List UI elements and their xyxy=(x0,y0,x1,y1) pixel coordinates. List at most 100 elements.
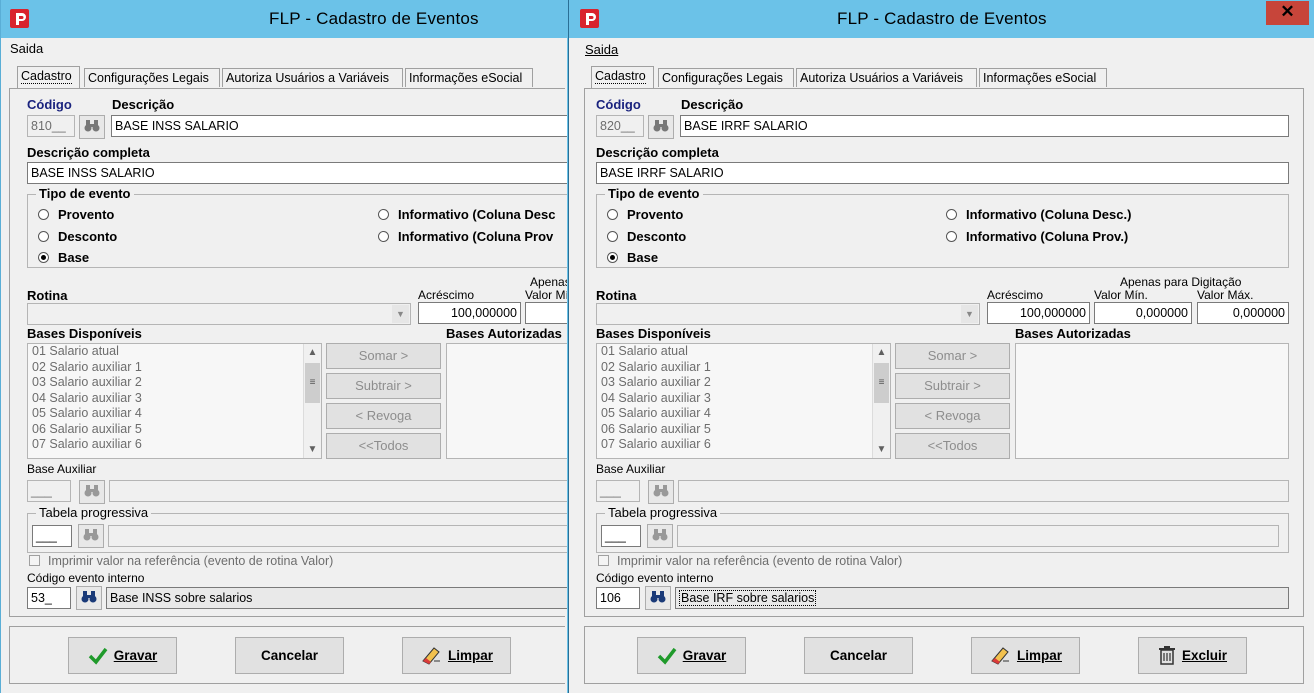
radio-informativo-desc[interactable]: Informativo (Coluna Desc.) xyxy=(946,207,1131,222)
base-auxiliar-desc-field[interactable] xyxy=(678,480,1289,502)
chevron-down-icon[interactable]: ▼ xyxy=(961,305,978,323)
somar-button[interactable]: Somar > xyxy=(326,343,441,369)
todos-button[interactable]: <<Todos xyxy=(326,433,441,459)
acrescimo-field[interactable]: 100,000000 xyxy=(987,302,1090,324)
list-item[interactable]: 07 Salario auxiliar 6 xyxy=(597,437,890,453)
subtrair-button[interactable]: Subtrair > xyxy=(895,373,1010,399)
scroll-thumb[interactable]: ≡ xyxy=(874,363,889,403)
codigo-field[interactable]: 820__ xyxy=(596,115,644,137)
tabela-code-field[interactable]: ___ xyxy=(601,525,641,547)
revoga-button[interactable]: < Revoga xyxy=(895,403,1010,429)
tab-cadastro[interactable]: Cadastro xyxy=(591,66,654,88)
limpar-button[interactable]: Limpar xyxy=(971,637,1080,674)
radio-base[interactable]: Base xyxy=(38,250,89,265)
bases-autorizadas-list[interactable] xyxy=(446,343,567,459)
radio-informativo-prov[interactable]: Informativo (Coluna Prov.) xyxy=(946,229,1128,244)
bases-disponiveis-list[interactable]: 01 Salario atual 02 Salario auxiliar 1 0… xyxy=(27,343,322,459)
bases-disponiveis-list[interactable]: 01 Salario atual 02 Salario auxiliar 1 0… xyxy=(596,343,891,459)
radio-desconto[interactable]: Desconto xyxy=(607,229,686,244)
scroll-down-icon[interactable]: ▼ xyxy=(304,441,321,458)
search-codigo-button[interactable] xyxy=(648,115,674,139)
list-item[interactable]: 01 Salario atual xyxy=(597,344,890,360)
subtrair-button[interactable]: Subtrair > xyxy=(326,373,441,399)
title-bar[interactable]: FLP - Cadastro de Eventos ✕ xyxy=(569,0,1314,38)
search-tabela-button[interactable] xyxy=(78,524,104,548)
search-base-auxiliar-button[interactable] xyxy=(79,480,105,504)
codigo-field[interactable]: 810__ xyxy=(27,115,75,137)
tabela-desc-field[interactable] xyxy=(677,525,1279,547)
scroll-down-icon[interactable]: ▼ xyxy=(873,441,890,458)
list-scrollbar[interactable]: ▲ ≡ ▼ xyxy=(872,344,890,458)
scroll-up-icon[interactable]: ▲ xyxy=(873,344,890,361)
menu-saida[interactable]: Saida xyxy=(10,41,43,56)
scroll-up-icon[interactable]: ▲ xyxy=(304,344,321,361)
list-item[interactable]: 05 Salario auxiliar 4 xyxy=(28,406,321,422)
gravar-button[interactable]: Gravar xyxy=(637,637,746,674)
valor-max-field[interactable]: 0,000000 xyxy=(1197,302,1289,324)
title-bar[interactable]: FLP - Cadastro de Eventos xyxy=(1,0,567,38)
tabela-code-field[interactable]: ___ xyxy=(32,525,72,547)
bases-autorizadas-list[interactable] xyxy=(1015,343,1289,459)
cancelar-button[interactable]: Cancelar xyxy=(804,637,913,674)
radio-provento[interactable]: Provento xyxy=(607,207,683,222)
close-button[interactable]: ✕ xyxy=(1266,1,1309,25)
somar-button[interactable]: Somar > xyxy=(895,343,1010,369)
list-item[interactable]: 03 Salario auxiliar 2 xyxy=(597,375,890,391)
todos-button[interactable]: <<Todos xyxy=(895,433,1010,459)
search-tabela-button[interactable] xyxy=(647,524,673,548)
imprimir-checkbox[interactable]: Imprimir valor na referência (evento de … xyxy=(29,554,333,568)
chevron-down-icon[interactable]: ▼ xyxy=(392,305,409,323)
revoga-button[interactable]: < Revoga xyxy=(326,403,441,429)
cadastro-panel: Código Descrição 820__ BASE IRRF SALARIO… xyxy=(584,88,1304,617)
tab-cadastro[interactable]: Cadastro xyxy=(17,66,80,88)
list-item[interactable]: 06 Salario auxiliar 5 xyxy=(597,422,890,438)
radio-informativo-prov[interactable]: Informativo (Coluna Prov xyxy=(378,229,553,244)
imprimir-checkbox[interactable]: Imprimir valor na referência (evento de … xyxy=(598,554,902,568)
base-auxiliar-code-field[interactable]: ___ xyxy=(27,480,71,502)
menu-saida[interactable]: Saida xyxy=(585,42,618,57)
cancelar-button[interactable]: Cancelar xyxy=(235,637,344,674)
tab-autoriza-usuarios[interactable]: Autoriza Usuários a Variáveis xyxy=(222,68,403,87)
list-item[interactable]: 07 Salario auxiliar 6 xyxy=(28,437,321,453)
valor-min-field[interactable]: 0,000000 xyxy=(1094,302,1192,324)
tab-configuracoes-legais[interactable]: Configurações Legais xyxy=(658,68,794,87)
rotina-combo[interactable]: ▼ xyxy=(27,303,411,325)
list-item[interactable]: 02 Salario auxiliar 1 xyxy=(28,360,321,376)
list-scrollbar[interactable]: ▲ ≡ ▼ xyxy=(303,344,321,458)
descricao-field[interactable]: BASE INSS SALARIO xyxy=(111,115,567,137)
list-item[interactable]: 06 Salario auxiliar 5 xyxy=(28,422,321,438)
tab-informacoes-esocial[interactable]: Informações eSocial xyxy=(405,68,533,87)
radio-informativo-desc[interactable]: Informativo (Coluna Desc xyxy=(378,207,555,222)
base-auxiliar-code-field[interactable]: ___ xyxy=(596,480,640,502)
base-auxiliar-desc-field[interactable] xyxy=(109,480,567,502)
limpar-button[interactable]: Limpar xyxy=(402,637,511,674)
tab-informacoes-esocial[interactable]: Informações eSocial xyxy=(979,68,1107,87)
search-evento-interno-button[interactable] xyxy=(645,586,671,610)
search-codigo-button[interactable] xyxy=(79,115,105,139)
radio-provento[interactable]: Provento xyxy=(38,207,114,222)
descricao-field[interactable]: BASE IRRF SALARIO xyxy=(680,115,1289,137)
radio-desconto[interactable]: Desconto xyxy=(38,229,117,244)
acrescimo-field[interactable]: 100,000000 xyxy=(418,302,521,324)
excluir-button[interactable]: Excluir xyxy=(1138,637,1247,674)
list-item[interactable]: 04 Salario auxiliar 3 xyxy=(28,391,321,407)
search-evento-interno-button[interactable] xyxy=(76,586,102,610)
descricao-completa-field[interactable]: BASE IRRF SALARIO xyxy=(596,162,1289,184)
list-item[interactable]: 01 Salario atual xyxy=(28,344,321,360)
descricao-completa-field[interactable]: BASE INSS SALARIO xyxy=(27,162,567,184)
list-item[interactable]: 03 Salario auxiliar 2 xyxy=(28,375,321,391)
rotina-combo[interactable]: ▼ xyxy=(596,303,980,325)
valor-min-field[interactable]: 0 xyxy=(525,302,567,324)
radio-base[interactable]: Base xyxy=(607,250,658,265)
search-base-auxiliar-button[interactable] xyxy=(648,480,674,504)
tab-configuracoes-legais[interactable]: Configurações Legais xyxy=(84,68,220,87)
tab-autoriza-usuarios[interactable]: Autoriza Usuários a Variáveis xyxy=(796,68,977,87)
list-item[interactable]: 05 Salario auxiliar 4 xyxy=(597,406,890,422)
list-item[interactable]: 04 Salario auxiliar 3 xyxy=(597,391,890,407)
list-item[interactable]: 02 Salario auxiliar 1 xyxy=(597,360,890,376)
tabela-desc-field[interactable] xyxy=(108,525,567,547)
codigo-evento-interno-field[interactable]: 53_ xyxy=(27,587,71,609)
gravar-button[interactable]: Gravar xyxy=(68,637,177,674)
scroll-thumb[interactable]: ≡ xyxy=(305,363,320,403)
codigo-evento-interno-field[interactable]: 106 xyxy=(596,587,640,609)
